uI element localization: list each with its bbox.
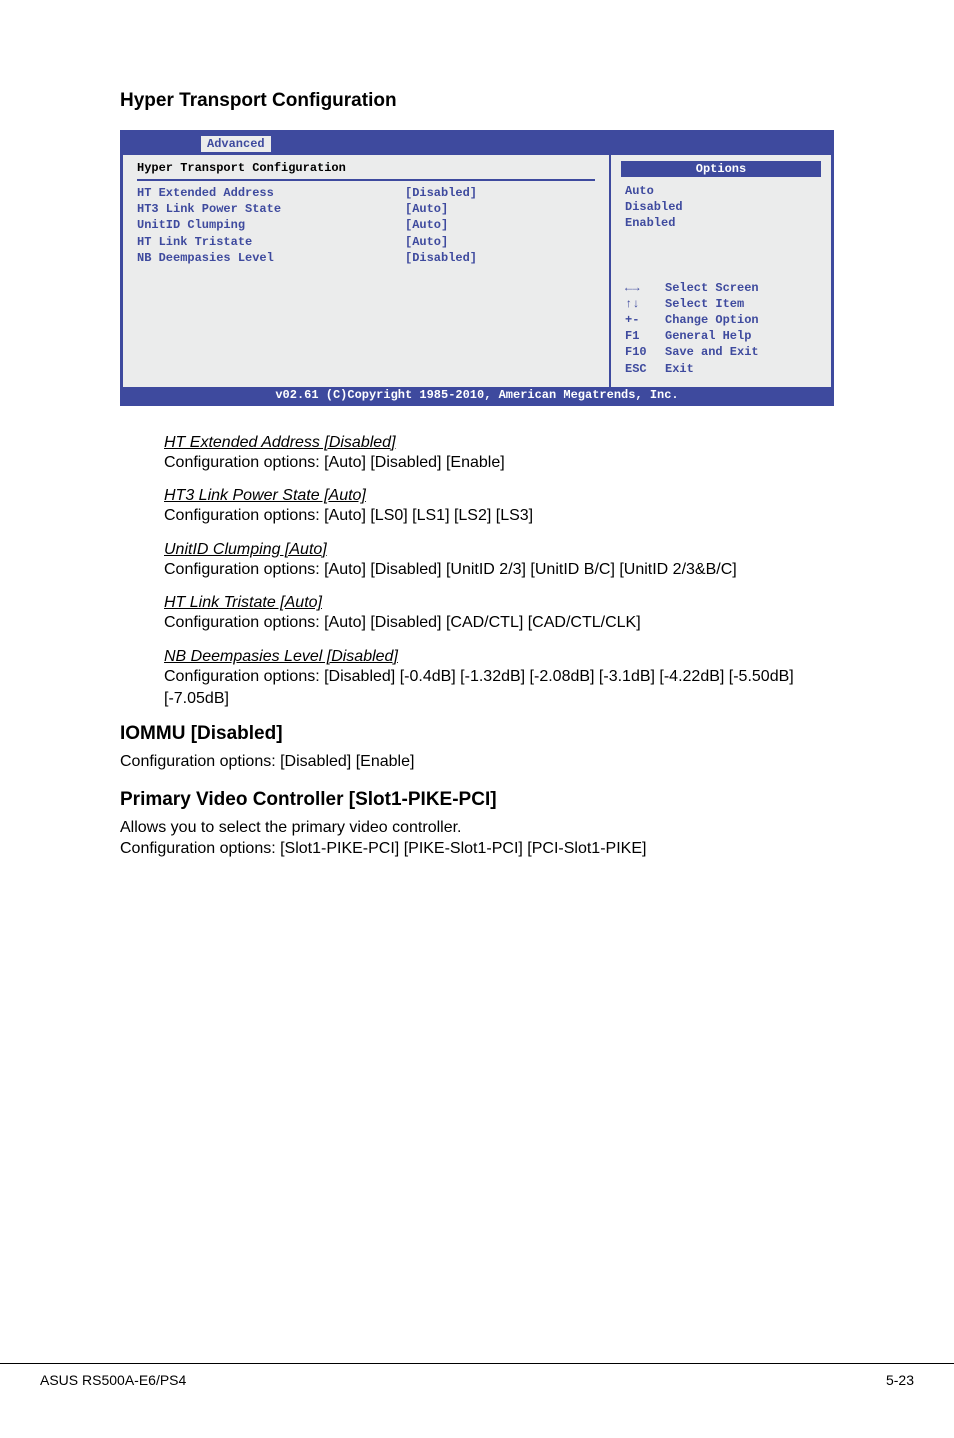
bios-value: [Auto] xyxy=(405,217,595,233)
bios-row[interactable]: NB Deempasies Level [Disabled] xyxy=(137,250,595,266)
options-heading: Options xyxy=(621,161,821,177)
option-desc: Configuration options: [Auto] [Disabled]… xyxy=(164,612,834,634)
hint-key: F10 xyxy=(625,344,665,360)
hint-row: +-Change Option xyxy=(625,312,817,328)
hint-key: +- xyxy=(625,312,665,328)
options-list: Auto Disabled Enabled xyxy=(611,183,831,232)
bios-panel: Advanced Hyper Transport Configuration H… xyxy=(120,130,834,406)
section-body: Configuration options: [Disabled] [Enabl… xyxy=(120,751,834,773)
page-footer: ASUS RS500A-E6/PS4 5-23 xyxy=(0,1363,954,1388)
option-title-ht-tristate: HT Link Tristate [Auto] xyxy=(164,594,834,612)
option-title-ht3-link: HT3 Link Power State [Auto] xyxy=(164,487,834,505)
hint-key: F1 xyxy=(625,328,665,344)
hint-row: ESCExit xyxy=(625,361,817,377)
heading-primary-video: Primary Video Controller [Slot1-PIKE-PCI… xyxy=(120,789,834,811)
hint-row: F1General Help xyxy=(625,328,817,344)
option-desc: Configuration options: [Auto] [LS0] [LS1… xyxy=(164,505,834,527)
bios-row[interactable]: HT Link Tristate [Auto] xyxy=(137,234,595,250)
hint-label: Save and Exit xyxy=(665,344,759,360)
bios-right-pane: Options Auto Disabled Enabled ←→Select S… xyxy=(611,155,831,387)
bios-row[interactable]: HT3 Link Power State [Auto] xyxy=(137,201,595,217)
hint-label: Select Screen xyxy=(665,280,759,296)
heading-hyper-transport: Hyper Transport Configuration xyxy=(120,90,834,112)
bios-section-title: Hyper Transport Configuration xyxy=(137,161,595,179)
bios-label: HT Extended Address xyxy=(137,185,405,201)
bios-left-pane: Hyper Transport Configuration HT Extende… xyxy=(123,155,611,387)
hints-panel: ←→Select Screen ↑↓Select Item +-Change O… xyxy=(611,232,831,377)
bios-label: HT Link Tristate xyxy=(137,234,405,250)
bios-value: [Auto] xyxy=(405,234,595,250)
bios-footer: v02.61 (C)Copyright 1985-2010, American … xyxy=(123,387,831,403)
hint-label: General Help xyxy=(665,328,751,344)
bios-value: [Auto] xyxy=(405,201,595,217)
bios-label: NB Deempasies Level xyxy=(137,250,405,266)
bios-value: [Disabled] xyxy=(405,185,595,201)
option-item: Enabled xyxy=(625,215,817,231)
option-title-unitid: UnitID Clumping [Auto] xyxy=(164,541,834,559)
tab-advanced[interactable]: Advanced xyxy=(201,136,271,152)
footer-right: 5-23 xyxy=(886,1372,914,1388)
heading-iommu: IOMMU [Disabled] xyxy=(120,723,834,745)
hint-label: Exit xyxy=(665,361,694,377)
bios-row[interactable]: HT Extended Address [Disabled] xyxy=(137,185,595,201)
option-desc: Configuration options: [Disabled] [-0.4d… xyxy=(164,666,834,709)
option-title-ht-extended: HT Extended Address [Disabled] xyxy=(164,434,834,452)
hint-key: ESC xyxy=(625,361,665,377)
option-item: Disabled xyxy=(625,199,817,215)
bios-label: HT3 Link Power State xyxy=(137,201,405,217)
hint-label: Select Item xyxy=(665,296,744,312)
bios-label: UnitID Clumping xyxy=(137,217,405,233)
option-title-nb-deempasies: NB Deempasies Level [Disabled] xyxy=(164,648,834,666)
hint-row: F10Save and Exit xyxy=(625,344,817,360)
bios-row[interactable]: UnitID Clumping [Auto] xyxy=(137,217,595,233)
bios-value: [Disabled] xyxy=(405,250,595,266)
option-item: Auto xyxy=(625,183,817,199)
section-body: Allows you to select the primary video c… xyxy=(120,817,834,860)
hint-key: ←→ xyxy=(625,280,665,296)
option-desc: Configuration options: [Auto] [Disabled]… xyxy=(164,559,834,581)
hint-row: ↑↓Select Item xyxy=(625,296,817,312)
hint-key: ↑↓ xyxy=(625,296,665,312)
bios-menubar: Advanced xyxy=(123,133,831,155)
hint-label: Change Option xyxy=(665,312,759,328)
hint-row: ←→Select Screen xyxy=(625,280,817,296)
footer-left: ASUS RS500A-E6/PS4 xyxy=(40,1372,186,1388)
option-desc: Configuration options: [Auto] [Disabled]… xyxy=(164,452,834,474)
